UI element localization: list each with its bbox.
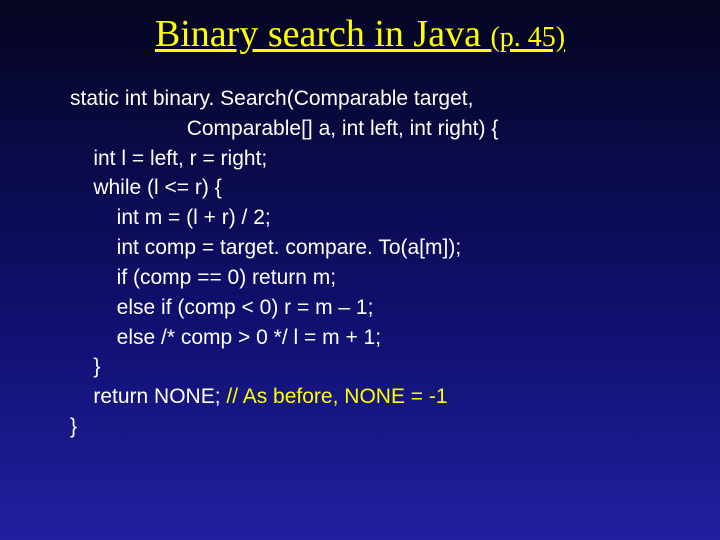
code-line: int comp = target. compare. To(a[m]); (70, 236, 461, 259)
code-block: static int binary. Search(Comparable tar… (28, 84, 692, 442)
code-line: else /* comp > 0 */ l = m + 1; (70, 326, 381, 349)
code-line: } (70, 415, 77, 438)
code-line: Comparable[] a, int left, int right) { (70, 117, 498, 140)
code-line: int m = (l + r) / 2; (70, 206, 271, 229)
title-page-ref: (p. 45) (490, 22, 565, 53)
code-line: if (comp == 0) return m; (70, 266, 336, 289)
code-line: else if (comp < 0) r = m – 1; (70, 296, 373, 319)
code-line: } (70, 355, 100, 378)
slide-title: Binary search in Java (p. 45) (28, 12, 692, 56)
code-line: static int binary. Search(Comparable tar… (70, 87, 473, 110)
title-main: Binary search in Java (155, 13, 491, 55)
slide: Binary search in Java (p. 45) static int… (0, 0, 720, 462)
code-line: while (l <= r) { (70, 176, 222, 199)
code-line: return NONE; (70, 385, 226, 408)
code-line: int l = left, r = right; (70, 147, 267, 170)
code-comment: // As before, NONE = -1 (226, 385, 447, 408)
